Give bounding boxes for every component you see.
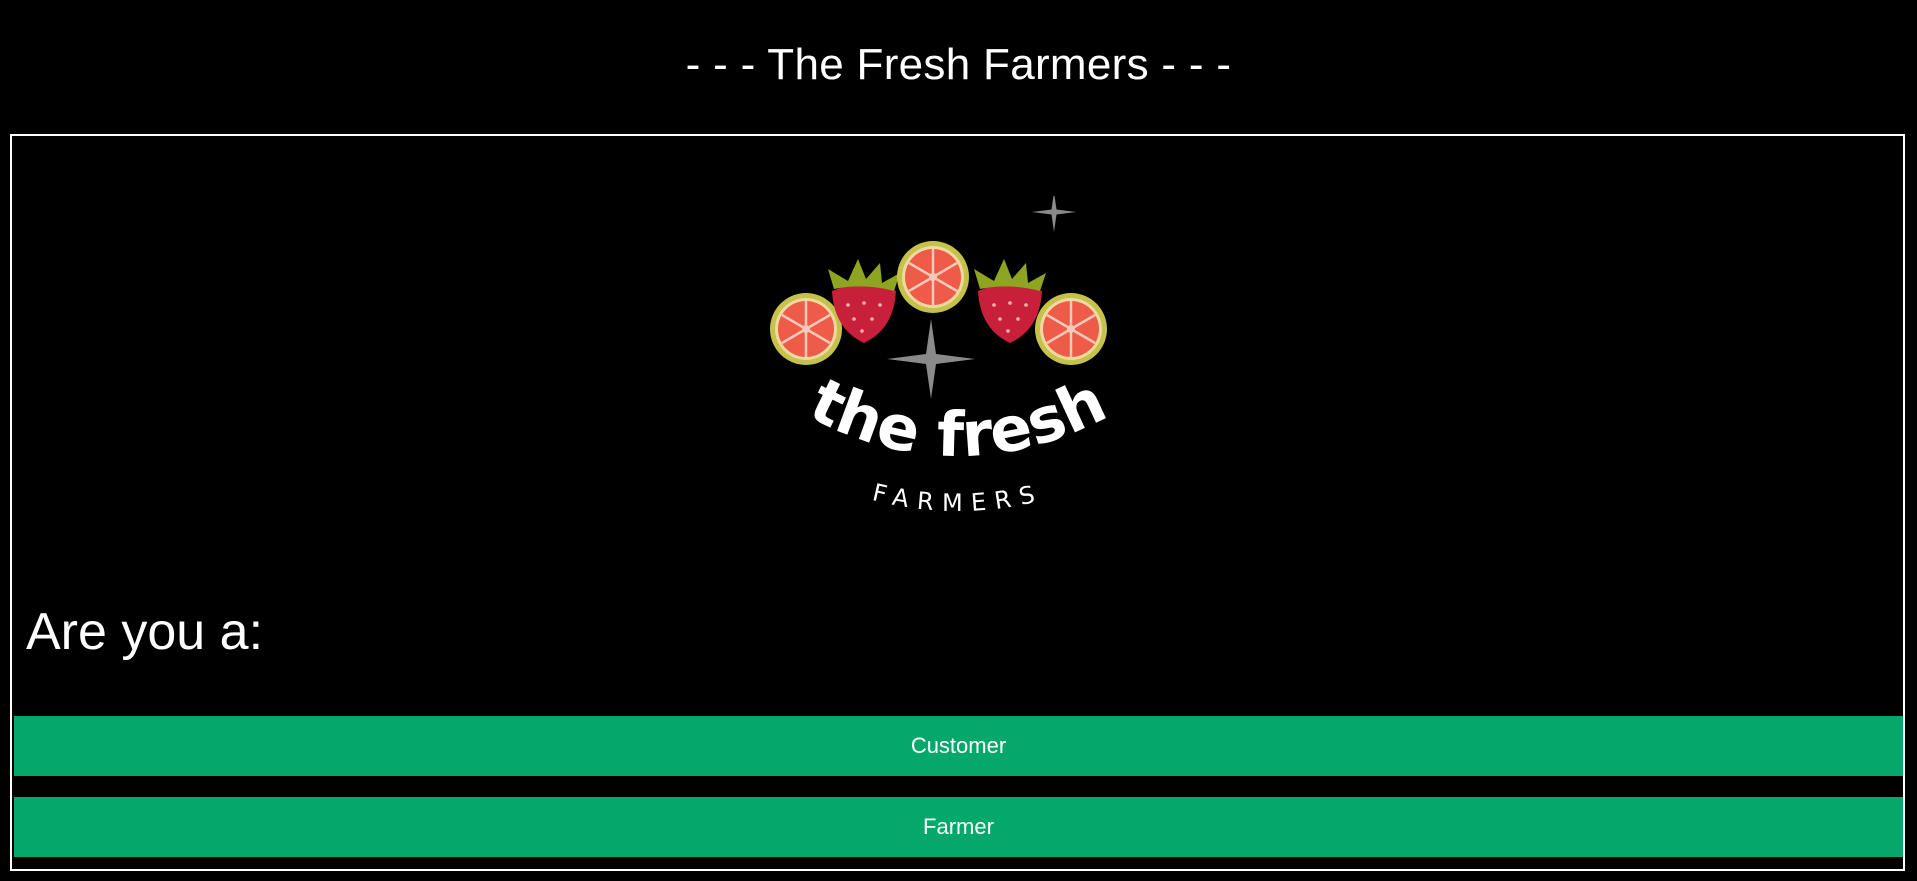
customer-button[interactable]: Customer xyxy=(14,716,1903,776)
role-selection-panel: the fresh FARMERS Are you a: Customer Fa… xyxy=(10,134,1905,871)
sparkle-icon xyxy=(1031,196,1076,232)
orange-slice-icon xyxy=(768,291,843,367)
logo-wordmark-bottom: FARMERS xyxy=(869,478,1045,517)
page-header: - - - The Fresh Farmers - - - xyxy=(0,0,1917,134)
brand-logo: the fresh FARMERS xyxy=(12,196,1903,556)
logo-wordmark-top: the fresh xyxy=(799,363,1116,471)
farmer-button[interactable]: Farmer xyxy=(14,797,1903,857)
orange-slice-icon xyxy=(1033,291,1108,367)
sparkle-icon xyxy=(886,319,975,399)
role-prompt: Are you a: xyxy=(26,603,264,661)
page-title: - - - The Fresh Farmers - - - xyxy=(685,40,1232,89)
orange-slice-icon xyxy=(895,239,970,315)
